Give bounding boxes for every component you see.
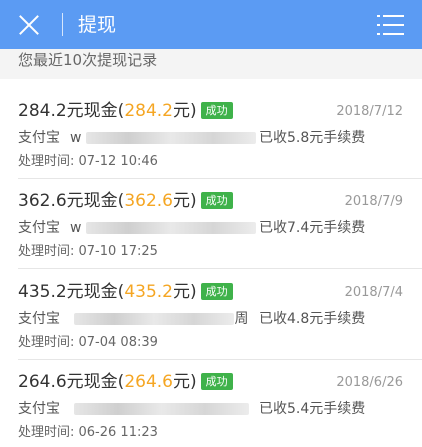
header-bar: 提现 [0, 0, 422, 49]
record-date: 2018/7/12 [336, 104, 403, 119]
header-divider [62, 13, 63, 36]
fee-text: 已收5.8元手续费 [259, 130, 366, 146]
menu-list-icon[interactable] [377, 14, 405, 36]
record-amount: 435.2元现金(435.2元) 成功 [18, 281, 233, 303]
record-date: 2018/6/26 [336, 375, 403, 390]
processed-time: 处理时间: 07-10 17:25 [18, 244, 158, 259]
record-amount: 284.2元现金(284.2元) 成功 [18, 100, 233, 122]
record-date: 2018/7/4 [344, 285, 403, 300]
record-account: 支付宝 周 已收4.8元手续费 [18, 309, 418, 329]
record-account: 支付宝 w 已收7.4元手续费 [18, 218, 418, 238]
withdraw-record[interactable]: 362.6元现金(362.6元) 成功 2018/7/9 支付宝 w 已收7.4元手… [0, 186, 422, 276]
masked-account [74, 313, 235, 325]
record-account: 支付宝 w 已收5.8元手续费 [18, 128, 418, 148]
processed-time: 处理时间: 06-26 11:23 [18, 425, 158, 440]
amount-highlight: 362.6 [124, 191, 173, 211]
account-prefix: w [70, 130, 82, 146]
account-prefix: w [70, 220, 82, 236]
divider [18, 268, 422, 269]
processed-time: 处理时间: 07-04 08:39 [18, 335, 158, 350]
record-amount: 264.6元现金(264.6元) 成功 [18, 371, 233, 393]
divider [18, 359, 422, 360]
withdraw-record[interactable]: 435.2元现金(435.2元) 成功 2018/7/4 支付宝 周 已收4.8元… [0, 277, 422, 367]
amount-highlight: 264.6 [124, 372, 173, 392]
status-badge: 成功 [200, 373, 233, 390]
masked-account [85, 222, 256, 234]
payment-method: 支付宝 [18, 401, 60, 417]
close-icon[interactable] [14, 10, 44, 40]
amount-highlight: 435.2 [124, 282, 173, 302]
divider [18, 178, 422, 179]
status-badge: 成功 [200, 102, 233, 119]
payment-method: 支付宝 [18, 220, 60, 236]
fee-text: 已收4.8元手续费 [259, 311, 366, 327]
masked-account [85, 132, 256, 144]
amount-highlight: 284.2 [124, 101, 173, 121]
fee-text: 已收5.4元手续费 [259, 401, 366, 417]
record-amount: 362.6元现金(362.6元) 成功 [18, 190, 233, 212]
fee-text: 已收7.4元手续费 [259, 220, 366, 236]
status-badge: 成功 [200, 192, 233, 209]
withdraw-record[interactable]: 264.6元现金(264.6元) 成功 2018/6/26 支付宝 已收5.4元手… [0, 367, 422, 447]
account-suffix: 周 [234, 311, 249, 327]
payment-method: 支付宝 [18, 130, 60, 146]
payment-method: 支付宝 [18, 311, 60, 327]
processed-time: 处理时间: 07-12 10:46 [18, 154, 158, 169]
record-date: 2018/7/9 [344, 194, 403, 209]
section-label: 您最近10次提现记录 [18, 51, 158, 69]
status-badge: 成功 [200, 283, 233, 300]
masked-account [74, 403, 250, 415]
record-account: 支付宝 已收5.4元手续费 [18, 399, 418, 419]
page-title: 提现 [78, 14, 117, 36]
withdraw-record[interactable]: 284.2元现金(284.2元) 成功 2018/7/12 支付宝 w 已收5.8元… [0, 96, 422, 186]
